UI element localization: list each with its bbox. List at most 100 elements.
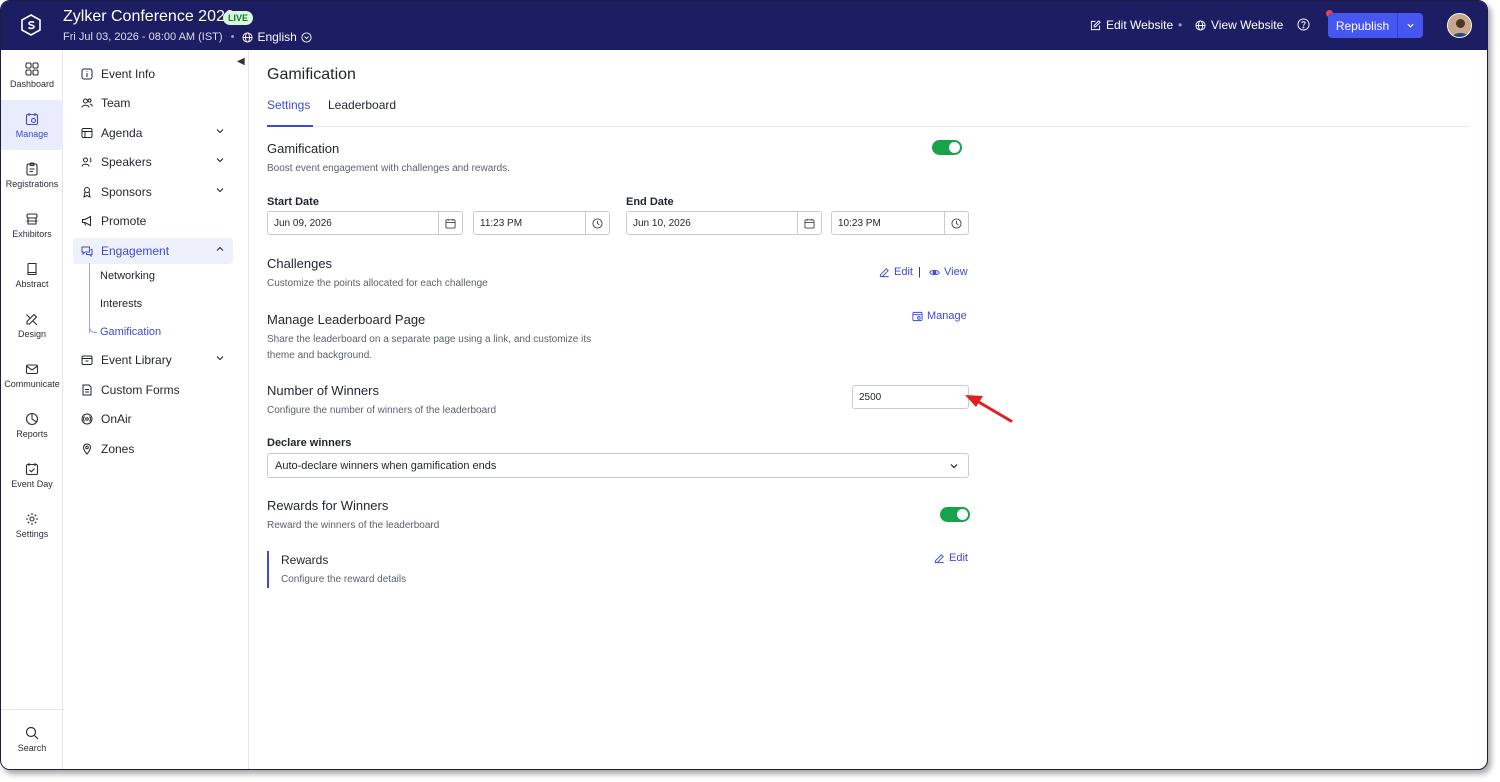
link-separator: | <box>918 266 921 278</box>
nav-item-engagement[interactable]: Engagement <box>73 238 233 264</box>
eye-icon <box>929 269 940 275</box>
clock-icon <box>951 217 962 229</box>
event-title: Zylker Conference 2026 <box>63 8 234 25</box>
rewards-accent-bar <box>267 551 269 588</box>
app-logo-icon[interactable] <box>19 13 43 37</box>
start-time-picker-button[interactable] <box>585 212 609 234</box>
info-square-icon <box>81 68 93 80</box>
rail-label: Dashboard <box>9 78 55 89</box>
collapse-nav-button[interactable]: ◀ <box>237 56 245 67</box>
rail-item-registrations[interactable]: Registrations <box>1 150 63 200</box>
nav-item-event-info[interactable]: Event Info <box>73 61 233 87</box>
edit-website-label: Edit Website <box>1106 18 1174 32</box>
gamification-toggle[interactable] <box>932 140 962 155</box>
nav-subitem-networking[interactable]: Networking <box>100 270 155 282</box>
secondary-nav: ◀ Event Info Team Agenda Speakers Sponso… <box>63 50 249 769</box>
nav-label: Team <box>101 96 131 110</box>
nav-item-sponsors[interactable]: Sponsors <box>73 179 233 205</box>
start-time-input[interactable]: 11:23 PM <box>473 211 610 235</box>
winners-count-value: 2500 <box>859 391 882 403</box>
chevron-down-icon <box>950 464 958 469</box>
nav-subitem-interests[interactable]: Interests <box>100 298 142 310</box>
republish-dropdown[interactable] <box>1398 13 1423 38</box>
clock-icon <box>592 217 603 229</box>
end-date-input[interactable]: Jun 10, 2026 <box>626 211 822 235</box>
nav-item-speakers[interactable]: Speakers <box>73 149 233 175</box>
tab-leaderboard[interactable]: Leaderboard <box>328 98 396 127</box>
view-website-link[interactable]: View Website <box>1195 18 1283 32</box>
chat-icon <box>81 246 93 257</box>
rail-item-design[interactable]: Design <box>1 300 63 350</box>
rail-item-communicate[interactable]: Communicate <box>1 350 63 400</box>
nav-label: Custom Forms <box>101 383 180 397</box>
declare-winners-select[interactable]: Auto-declare winners when gamification e… <box>267 453 969 478</box>
nav-item-onair[interactable]: OnAir <box>73 406 233 432</box>
main-content: Gamification Settings Leaderboard Gamifi… <box>250 50 1487 769</box>
nav-item-custom-forms[interactable]: Custom Forms <box>73 377 233 403</box>
winners-title: Number of Winners <box>267 383 379 398</box>
rail-label: Design <box>17 328 46 339</box>
subnav-tree-curve <box>89 322 97 333</box>
start-time-value: 11:23 PM <box>480 217 523 229</box>
rail-label: Reports <box>16 428 48 439</box>
challenges-title: Challenges <box>267 256 333 271</box>
page-title: Gamification <box>267 66 356 83</box>
user-avatar[interactable] <box>1447 13 1472 38</box>
end-date-value: Jun 10, 2026 <box>633 217 691 229</box>
rail-label: Search <box>17 742 47 753</box>
nav-label: Sponsors <box>101 185 152 199</box>
help-icon <box>1297 18 1310 31</box>
nav-subitem-gamification[interactable]: Gamification <box>100 326 161 338</box>
grid-icon <box>25 61 39 76</box>
rewards-edit-link[interactable]: Edit <box>934 552 968 564</box>
leaderboard-manage-link[interactable]: Manage <box>912 310 967 322</box>
rail-item-event-day[interactable]: Event Day <box>1 450 63 500</box>
nav-item-agenda[interactable]: Agenda <box>73 120 233 146</box>
edit-website-link[interactable]: Edit Website <box>1090 18 1173 32</box>
rewards-toggle[interactable] <box>940 507 970 522</box>
start-date-input[interactable]: Jun 09, 2026 <box>267 211 463 235</box>
top-bar: Zylker Conference 2026 LIVE Fri Jul 03, … <box>1 1 1487 50</box>
globe-icon <box>1195 19 1206 31</box>
rail-item-abstract[interactable]: Abstract <box>1 250 63 300</box>
nav-item-event-library[interactable]: Event Library <box>73 347 233 373</box>
nav-label: Speakers <box>101 155 152 169</box>
toggle-knob <box>957 509 968 520</box>
rail-item-settings[interactable]: Settings <box>1 500 63 550</box>
form-icon <box>82 384 92 396</box>
chevron-down-icon <box>216 129 224 134</box>
end-time-value: 10:23 PM <box>838 217 881 229</box>
event-meta: Fri Jul 03, 2026 - 08:00 AM (IST) • Engl… <box>63 30 312 44</box>
nav-item-team[interactable]: Team <box>73 90 233 116</box>
start-date-picker-button[interactable] <box>438 212 462 234</box>
view-website-label: View Website <box>1211 18 1284 32</box>
toggle-knob <box>949 142 960 153</box>
clipboard-icon <box>26 161 38 176</box>
end-time-picker-button[interactable] <box>944 212 968 234</box>
republish-button[interactable]: Republish <box>1328 13 1423 38</box>
speakers-icon <box>81 157 92 167</box>
rail-item-reports[interactable]: Reports <box>1 400 63 450</box>
challenges-edit-link[interactable]: Edit <box>879 266 913 278</box>
event-datetime: Fri Jul 03, 2026 - 08:00 AM (IST) <box>63 31 223 43</box>
live-badge: LIVE <box>223 11 254 25</box>
rail-item-dashboard[interactable]: Dashboard <box>1 50 63 100</box>
rail-item-search[interactable]: Search <box>1 714 63 764</box>
location-pin-icon <box>82 443 92 455</box>
rail-item-exhibitors[interactable]: Exhibitors <box>1 200 63 250</box>
challenges-view-link[interactable]: View <box>929 266 968 278</box>
rewards-title: Rewards <box>281 553 329 567</box>
mail-icon <box>25 363 39 374</box>
help-button[interactable] <box>1297 18 1310 31</box>
rail-item-manage[interactable]: Manage <box>1 100 63 150</box>
end-date-picker-button[interactable] <box>797 212 821 234</box>
rewards-winners-title: Rewards for Winners <box>267 498 389 513</box>
nav-label: Zones <box>101 442 135 456</box>
chevron-down-icon <box>216 158 224 163</box>
winners-count-input[interactable]: 2500 <box>852 385 969 409</box>
nav-item-promote[interactable]: Promote <box>73 208 233 234</box>
tab-settings[interactable]: Settings <box>267 98 313 127</box>
nav-item-zones[interactable]: Zones <box>73 436 233 462</box>
language-selector[interactable]: English <box>242 30 312 44</box>
end-time-input[interactable]: 10:23 PM <box>831 211 969 235</box>
